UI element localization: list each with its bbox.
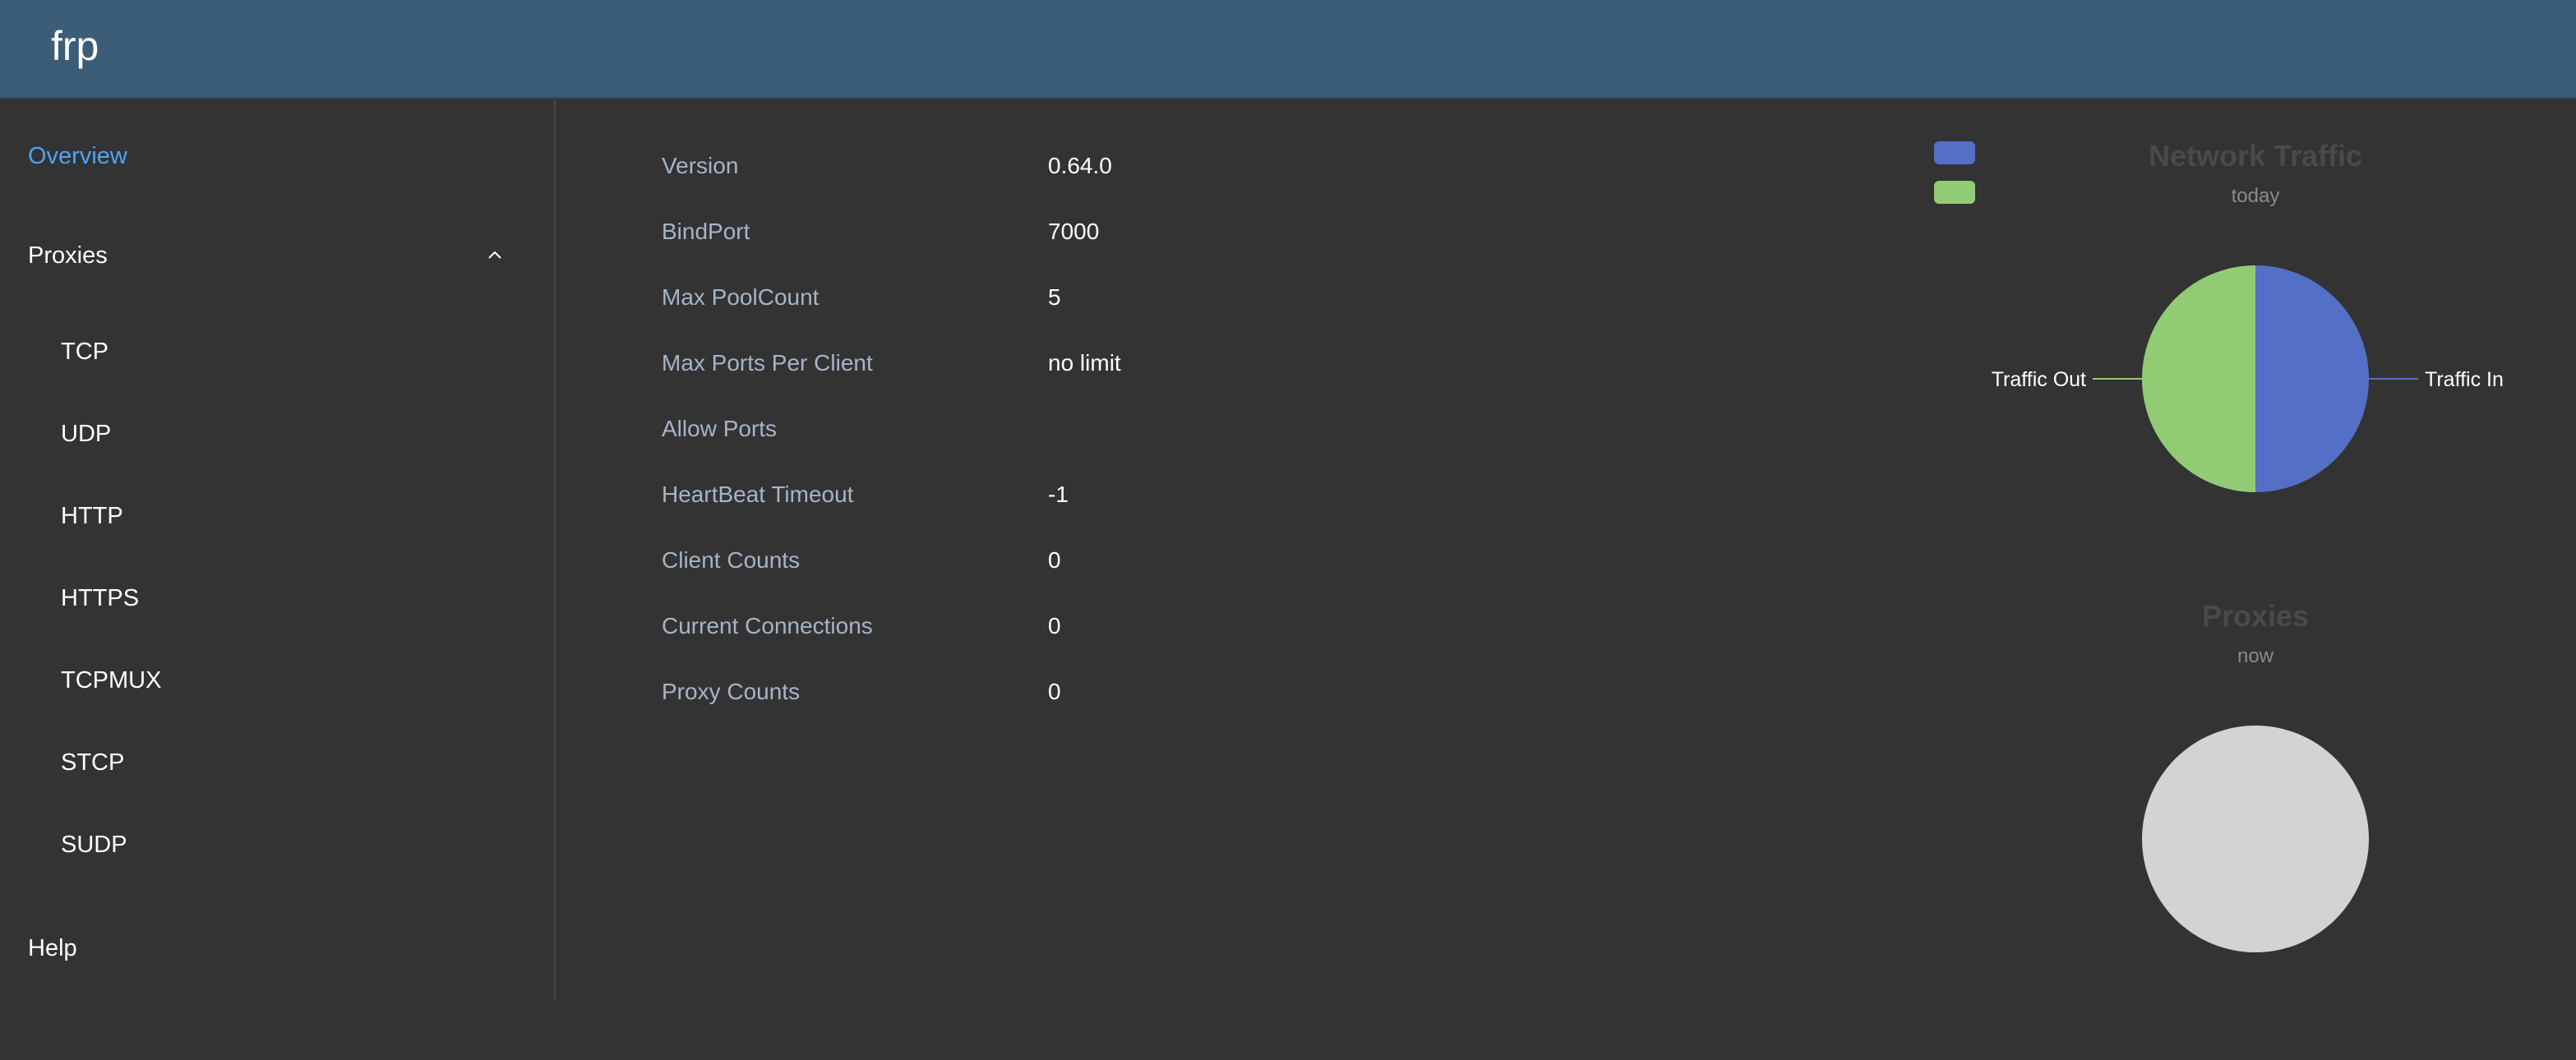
traffic-chart-subtitle: today xyxy=(2231,185,2280,207)
pie-slice-traffic-out[interactable] xyxy=(2142,265,2255,492)
pie-slice-traffic-in[interactable] xyxy=(2255,265,2369,492)
legend-swatch-traffic-out[interactable] xyxy=(1934,181,1975,204)
pie-slice-label: Traffic In xyxy=(2425,368,2504,391)
info-label-heartbeat-timeout: HeartBeat Timeout xyxy=(662,482,854,507)
info-value-current-connections: 0 xyxy=(1048,613,1061,638)
info-label-client-counts: Client Counts xyxy=(662,547,801,573)
legend-swatch-traffic-in[interactable] xyxy=(1934,141,1975,164)
info-value-version: 0.64.0 xyxy=(1048,153,1112,178)
brand-logo-text[interactable]: frp xyxy=(51,21,99,71)
sidebar-item-overview[interactable]: Overview xyxy=(28,141,127,171)
sidebar-item-udp[interactable]: UDP xyxy=(61,419,111,449)
sidebar: Overview Proxies TCP UDP HTTP HTTPS TCPM… xyxy=(0,100,556,999)
info-label-version: Version xyxy=(662,153,739,178)
info-value-client-counts: 0 xyxy=(1048,547,1061,573)
sidebar-item-http[interactable]: HTTP xyxy=(61,501,123,531)
proxies-empty-pie xyxy=(2142,726,2369,952)
chevron-up-icon[interactable] xyxy=(487,247,503,263)
info-value-proxy-counts: 0 xyxy=(1048,679,1061,704)
pie-slice-label: Traffic Out xyxy=(1992,368,2086,391)
app-header: frp xyxy=(0,0,2576,99)
sidebar-item-help[interactable]: Help xyxy=(28,933,77,963)
info-label-proxy-counts: Proxy Counts xyxy=(662,679,801,704)
proxies-chart-title: Proxies xyxy=(2201,599,2310,633)
sidebar-item-https[interactable]: HTTPS xyxy=(61,583,139,613)
sidebar-item-tcp[interactable]: TCP xyxy=(61,337,108,366)
info-value-heartbeat-timeout: -1 xyxy=(1048,482,1069,507)
sidebar-item-proxies[interactable]: Proxies xyxy=(28,241,108,270)
sidebar-item-stcp[interactable]: STCP xyxy=(61,748,124,777)
sidebar-item-tcpmux[interactable]: TCPMUX xyxy=(61,666,161,695)
proxies-chart-subtitle: now xyxy=(2237,645,2274,667)
info-label-max-ports-per-client: Max Ports Per Client xyxy=(662,350,873,376)
info-value-max-ports-per-client: no limit xyxy=(1048,350,1121,376)
info-label-allow-ports: Allow Ports xyxy=(662,416,778,441)
info-value-bindport: 7000 xyxy=(1048,219,1100,244)
info-label-bindport: BindPort xyxy=(662,219,750,244)
info-value-max-poolcount: 5 xyxy=(1048,284,1061,310)
info-label-current-connections: Current Connections xyxy=(662,613,873,638)
sidebar-item-sudp[interactable]: SUDP xyxy=(61,830,127,860)
traffic-chart-title: Network Traffic xyxy=(2148,139,2363,173)
info-label-max-poolcount: Max PoolCount xyxy=(662,284,819,310)
